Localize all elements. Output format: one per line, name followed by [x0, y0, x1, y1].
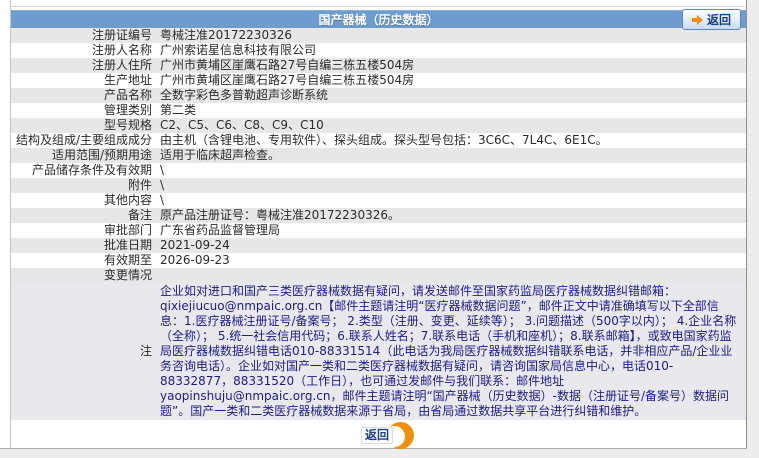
table-row-expiry-date: 有效期至 2026-09-23 — [11, 253, 746, 268]
row-value: 广州索诺星信息科技有限公司 — [160, 43, 317, 57]
row-label: 产品名称 — [103, 88, 152, 102]
table-row-attachment: 附件 \ — [11, 178, 746, 193]
detail-panel: 国产器械（历史数据） 返回 注册证编号 粤械注准20172230326 注册人名… — [11, 9, 746, 450]
row-label: 注册证编号 — [91, 28, 152, 42]
table-row-approval-date: 批准日期 2021-09-24 — [11, 238, 746, 253]
registration-detail-table: 注册证编号 粤械注准20172230326 注册人名称 广州索诺星信息科技有限公… — [11, 28, 746, 420]
table-row-approval-department: 审批部门 广东省药品监督管理局 — [11, 223, 746, 238]
row-value: 第二类 — [160, 103, 197, 117]
table-row-registration-number: 注册证编号 粤械注准20172230326 — [11, 28, 746, 43]
row-value: \ — [160, 178, 165, 192]
row-label: 批准日期 — [103, 238, 152, 252]
note-text: 企业如对进口和国产三类医疗器械数据有疑问，请发送邮件至国家药监局医疗器械数据纠错… — [160, 284, 737, 418]
row-label: 型号规格 — [103, 118, 152, 132]
row-value: 广东省药品监督管理局 — [160, 223, 281, 237]
row-value: 粤械注准20172230326 — [160, 28, 292, 42]
table-row-product-name: 产品名称 全数字彩色多普勒超声诊断系统 — [11, 88, 746, 103]
table-row-note: 注 企业如对进口和国产三类医疗器械数据有疑问，请发送邮件至国家药监局医疗器械数据… — [11, 283, 746, 420]
row-label: 其他内容 — [103, 193, 152, 207]
row-value: 2026-09-23 — [160, 253, 230, 267]
row-value: 适用于临床超声检查。 — [160, 148, 281, 162]
row-value: \ — [160, 163, 165, 177]
table-row-intended-use: 适用范围/预期用途 适用于临床超声检查。 — [11, 148, 746, 163]
row-value: 广州市黄埔区崖鹰石路27号自编三栋五楼504房 — [160, 73, 415, 87]
row-value: 原产品注册证号：粤械注准20172230326。 — [160, 208, 400, 222]
page-title: 国产器械（历史数据） — [318, 13, 439, 27]
back-button-top[interactable]: 返回 — [681, 9, 741, 30]
table-row-other-content: 其他内容 \ — [11, 193, 746, 208]
table-row-change-status: 变更情况 — [11, 268, 746, 283]
row-value: 广州市黄埔区崖鹰石路27号自编三栋五楼504房 — [160, 58, 415, 72]
table-row-model-spec: 型号规格 C2、C5、C6、C8、C9、C10 — [11, 118, 746, 133]
row-label: 注册人名称 — [91, 43, 152, 57]
row-label: 产品储存条件及有效期 — [31, 163, 152, 177]
back-button-label: 返回 — [361, 427, 394, 444]
back-button-bottom[interactable]: 返回 — [359, 422, 419, 450]
row-label: 注册人住所 — [91, 58, 152, 72]
row-label: 生产地址 — [103, 73, 152, 87]
row-label: 注 — [139, 344, 152, 358]
row-label: 附件 — [127, 178, 152, 192]
table-row-registrant-address: 注册人住所 广州市黄埔区崖鹰石路27号自编三栋五楼504房 — [11, 58, 746, 73]
row-label: 变更情况 — [103, 268, 152, 282]
top-border-line — [11, 6, 745, 7]
table-row-registrant-name: 注册人名称 广州索诺星信息科技有限公司 — [11, 43, 746, 58]
page-header: 国产器械（历史数据） 返回 — [11, 9, 746, 30]
row-label: 结构及组成/主要组成成分 — [15, 133, 152, 147]
table-row-management-class: 管理类别 第二类 — [11, 103, 746, 118]
row-value: \ — [160, 193, 165, 207]
back-button-label: 返回 — [706, 12, 731, 27]
table-row-storage-conditions: 产品储存条件及有效期 \ — [11, 163, 746, 178]
row-value — [152, 268, 746, 283]
row-label: 适用范围/预期用途 — [51, 148, 152, 162]
row-label: 有效期至 — [103, 253, 152, 267]
table-row-structure-composition: 结构及组成/主要组成成分 由主机（含锂电池、专用软件）、探头组成。探头型号包括：… — [11, 133, 746, 148]
footer: 返回 — [11, 422, 746, 450]
row-value: 2021-09-24 — [160, 238, 230, 252]
row-value: C2、C5、C6、C8、C9、C10 — [160, 118, 324, 132]
row-label: 管理类别 — [103, 103, 152, 117]
row-label: 审批部门 — [103, 223, 152, 237]
table-row-production-address: 生产地址 广州市黄埔区崖鹰石路27号自编三栋五楼504房 — [11, 73, 746, 88]
row-value: 由主机（含锂电池、专用软件）、探头组成。探头型号包括：3C6C、7L4C、6E1… — [160, 133, 608, 147]
table-row-remark: 备注 原产品注册证号：粤械注准20172230326。 — [11, 208, 746, 223]
arrow-right-icon — [691, 14, 703, 25]
row-value: 全数字彩色多普勒超声诊断系统 — [160, 88, 329, 102]
row-label: 备注 — [127, 208, 152, 222]
content-area: 国产器械（历史数据） 返回 注册证编号 粤械注准20172230326 注册人名… — [0, 0, 747, 449]
